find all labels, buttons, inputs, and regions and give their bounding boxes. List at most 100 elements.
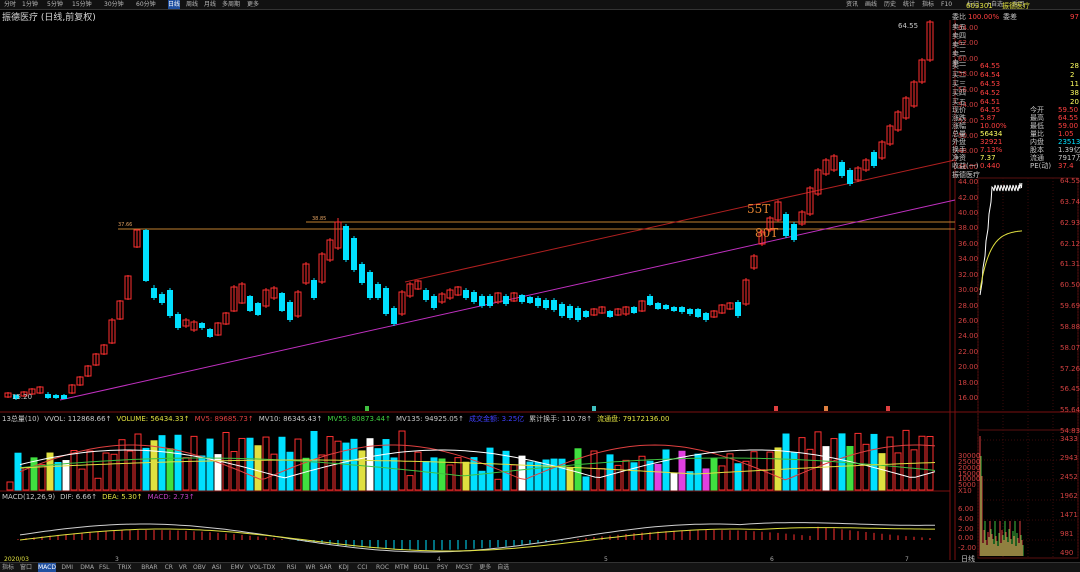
candle-body	[279, 293, 285, 311]
volume-bar	[854, 432, 862, 491]
volume-bar	[470, 457, 478, 491]
candle-body	[383, 288, 389, 314]
vol-item: MV10: 86345.43↑	[258, 415, 323, 423]
candle-body	[687, 309, 693, 314]
volume-bar	[614, 464, 622, 491]
axis-tick: 22.00	[958, 347, 979, 356]
candle-body	[151, 288, 157, 298]
wei-bi-value: 100.00%	[968, 13, 1000, 21]
last-price-label: 64.55	[898, 22, 919, 30]
volume-bar	[110, 453, 118, 491]
volume-bar	[334, 440, 342, 491]
event-marker	[365, 406, 369, 411]
volume-bar	[30, 457, 38, 491]
axis-tick: -2.00	[958, 544, 977, 552]
axis-tick: 26.00	[958, 316, 979, 325]
candle-body	[527, 297, 533, 303]
sell-level: 卖五	[952, 23, 966, 31]
wei-bi-label: 委比	[952, 13, 966, 21]
volume-bar	[590, 450, 598, 491]
volume-bar	[390, 457, 398, 491]
buy-level-label: 买一	[952, 62, 966, 70]
mini-price-line	[979, 182, 1023, 296]
sell-level: 卖二	[952, 50, 966, 58]
volume-bar	[782, 433, 790, 491]
vol-item: MV5: 89685.73↑	[194, 415, 254, 423]
candle-body	[551, 300, 557, 310]
volume-bar	[638, 455, 646, 491]
volume-bar	[710, 458, 718, 491]
buy-level-price: 64.54	[980, 71, 1001, 79]
volume-bar	[102, 452, 110, 491]
axis-tick: 58.07	[1060, 343, 1080, 352]
volume-bar	[654, 463, 662, 491]
candle-body	[359, 264, 365, 283]
axis-tick: 62.12	[1060, 239, 1080, 248]
volume-bar	[430, 457, 438, 491]
candle-body	[167, 290, 173, 316]
volume-bar	[734, 463, 742, 491]
volume-bar	[238, 437, 246, 491]
volume-bar	[78, 468, 86, 491]
axis-tick: 60.50	[1060, 281, 1080, 290]
volume-bar	[286, 451, 294, 491]
vol-item: 13总量(10)	[2, 415, 40, 423]
volume-bar	[422, 460, 430, 491]
axis-tick: 57.26	[1060, 364, 1080, 373]
volume-bar	[910, 449, 918, 491]
axis-tick: 32.00	[958, 270, 979, 279]
buy-level-price: 64.53	[980, 80, 1001, 88]
chart-area[interactable]	[0, 0, 1080, 571]
low-price-label: 15.20	[12, 393, 33, 401]
event-marker	[824, 406, 828, 411]
candle-body	[61, 395, 67, 399]
volume-bar	[190, 435, 198, 491]
candle-body	[631, 307, 637, 313]
volume-bar	[702, 468, 710, 491]
candle-body	[791, 224, 797, 240]
wei-cha-value: 97	[1070, 13, 1079, 21]
buy-level-vol: 28	[1070, 62, 1079, 70]
candle-body	[783, 214, 789, 236]
stat-l1: 收益(一)	[952, 162, 979, 170]
axis-tick: 61.31	[1060, 260, 1080, 269]
volume-bar	[598, 468, 606, 491]
volume-bar	[790, 452, 798, 491]
volume-bar	[86, 450, 94, 491]
trend-line	[404, 159, 956, 283]
quote-code: 603301	[966, 2, 993, 10]
mini-chart-title: 振德医疗	[952, 171, 980, 179]
macd-item: MACD: 2.73↑	[147, 493, 195, 501]
volume-bar	[22, 467, 30, 491]
annotation-80t: 80T	[755, 226, 779, 240]
candle-body	[839, 162, 845, 176]
candle-body	[311, 280, 317, 298]
volume-bar	[798, 437, 806, 491]
axis-tick: 490	[1060, 549, 1074, 557]
macd-dif-line	[19, 522, 936, 553]
volume-bar	[662, 449, 670, 491]
vol-item: VOLUME: 56434.33↑	[116, 415, 190, 423]
buy-level-vol: 11	[1070, 80, 1079, 88]
volume-bar	[142, 447, 150, 491]
candle-body	[367, 272, 373, 298]
volume-bar	[254, 445, 262, 491]
volume-bar	[606, 454, 614, 491]
axis-tick: 63.74	[1060, 197, 1080, 206]
volume-bar	[582, 476, 590, 491]
candle-body	[543, 300, 549, 308]
axis-tick: 42.00	[958, 193, 979, 202]
candle-body	[847, 170, 853, 184]
candle-body	[199, 323, 205, 328]
axis-tick: 16.00	[958, 394, 979, 402]
event-marker	[774, 406, 778, 411]
candle-body	[519, 295, 525, 302]
axis-tick: 1471	[1060, 511, 1078, 519]
axis-tick: 58.88	[1060, 322, 1080, 331]
candle-body	[871, 152, 877, 166]
buy-level-label: 买三	[952, 80, 966, 88]
candle-body	[343, 226, 349, 260]
event-marker	[592, 406, 596, 411]
volume-bar	[406, 475, 414, 491]
volume-bar	[670, 472, 678, 491]
